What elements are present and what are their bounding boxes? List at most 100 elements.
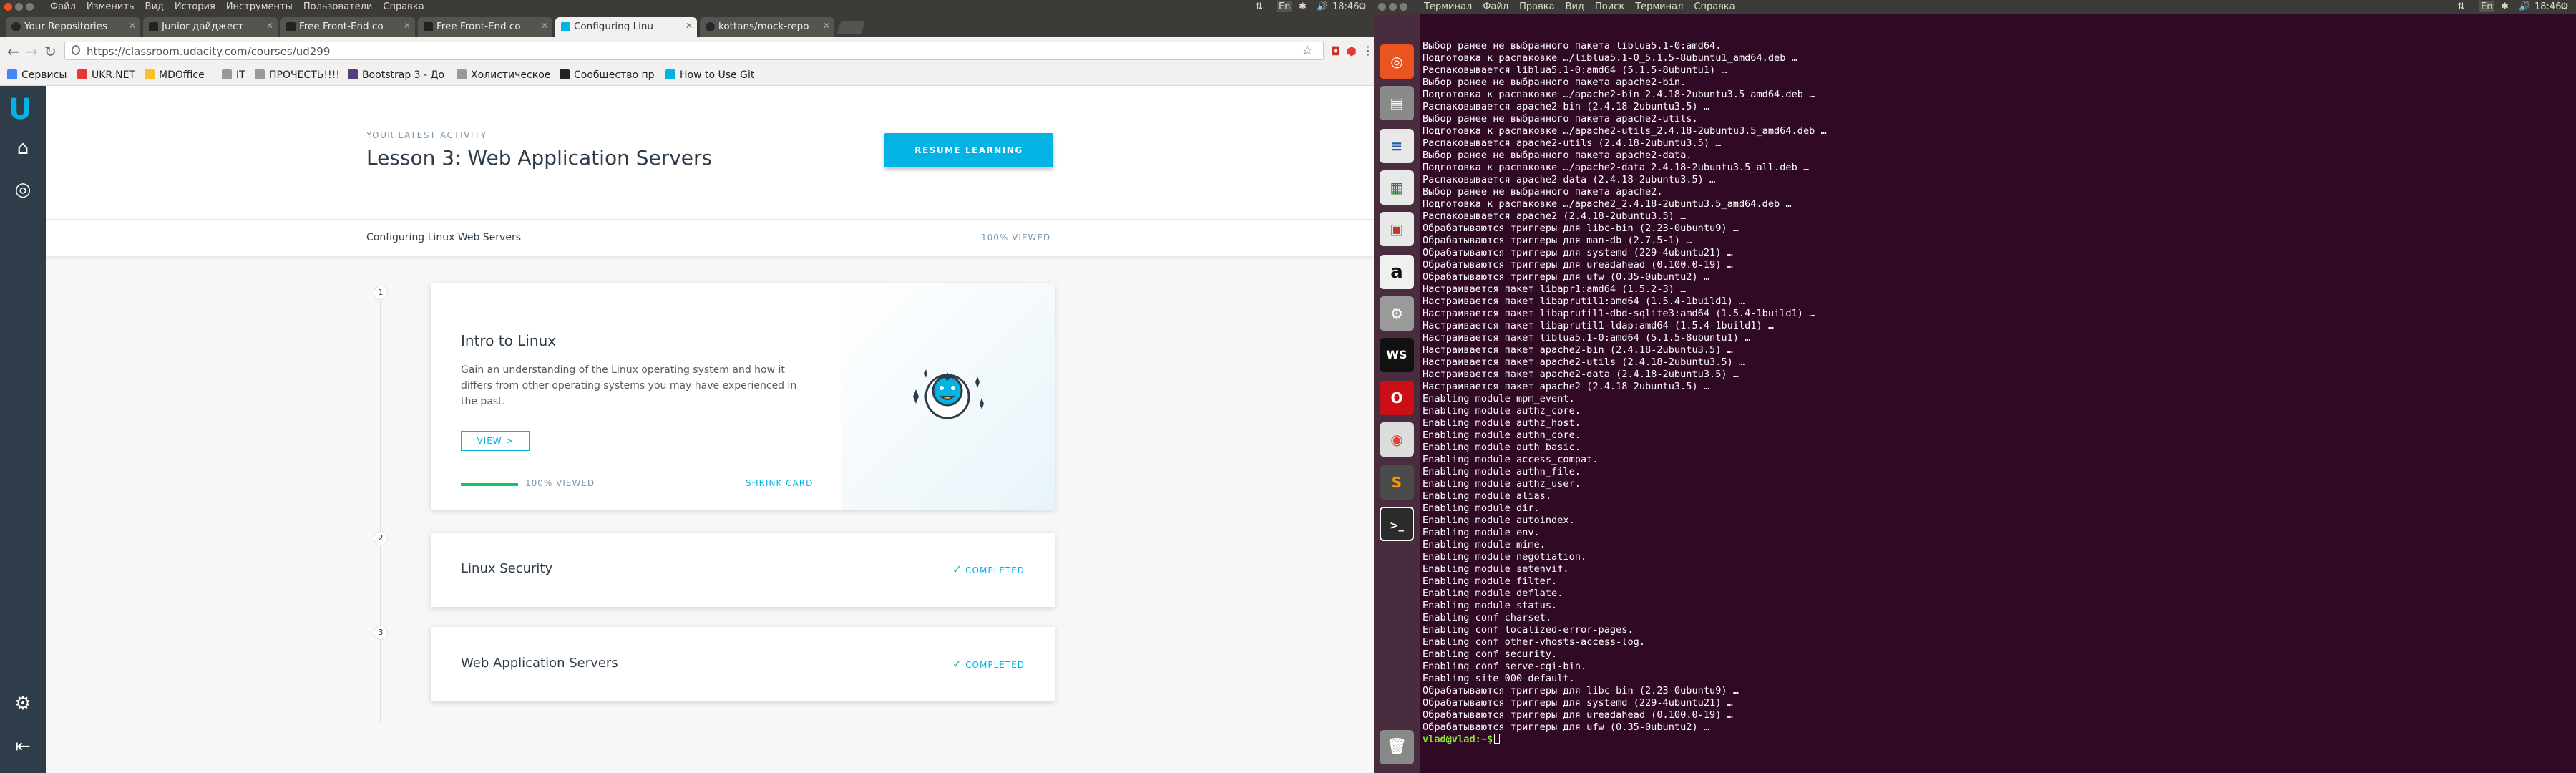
close-window-icon[interactable] [1378, 3, 1386, 11]
keyboard-layout[interactable]: En [2479, 1, 2495, 12]
clock[interactable]: 18:46 [1332, 1, 1359, 12]
logout-icon[interactable]: ⇤ [14, 737, 32, 756]
amazon-icon[interactable]: a [1380, 255, 1414, 289]
tab-repositories[interactable]: Your Repositories ✕ [6, 17, 140, 37]
extension-icon[interactable]: ◘ [1331, 44, 1340, 58]
tab-junior-digest[interactable]: Junior дайджест ✕ [143, 17, 278, 37]
menu-help[interactable]: Справка [1694, 1, 1735, 12]
bluetooth-icon[interactable]: ✱ [1299, 1, 1307, 12]
close-tab-icon[interactable]: ✕ [129, 21, 136, 31]
bookmark-how-to-git[interactable]: How to Use Git [665, 69, 754, 81]
address-bar[interactable]: https://classroom.udacity.com/courses/ud… [64, 42, 1324, 60]
maximize-window-icon[interactable] [26, 3, 34, 11]
system-gear-icon[interactable]: ⚙ [1358, 1, 1367, 12]
menu-tools[interactable]: Инструменты [226, 1, 293, 12]
bookmark-bootstrap[interactable]: Bootstrap 3 - До [348, 69, 444, 81]
bookmark-mdoffice[interactable]: MDOffice [145, 69, 205, 81]
terminal-line: Enabling module authn_file. [1423, 466, 1581, 477]
close-tab-icon[interactable]: ✕ [686, 21, 693, 31]
calc-icon[interactable]: ▦ [1380, 170, 1414, 205]
bookmark-folder-read[interactable]: ПРОЧЕСТЬ!!!! [255, 69, 340, 81]
trash-icon[interactable]: 🗑 [1380, 730, 1414, 764]
writer-icon[interactable]: ≡ [1380, 129, 1414, 163]
settings-gear-icon[interactable]: ⚙ [14, 694, 32, 713]
menu-file[interactable]: Файл [1483, 1, 1508, 12]
bookmark-star-icon[interactable]: ☆ [1302, 43, 1313, 58]
close-tab-icon[interactable]: ✕ [541, 21, 548, 31]
info-icon[interactable] [72, 45, 80, 55]
site-icon [560, 69, 570, 79]
explore-compass-icon[interactable]: ◎ [14, 180, 32, 199]
sublime-icon[interactable]: S [1380, 465, 1414, 500]
keyboard-layout[interactable]: En [1277, 1, 1293, 12]
adblock-icon[interactable]: ⬢ [1347, 44, 1357, 58]
tab-configuring-linux[interactable]: Configuring Linu ✕ [555, 17, 697, 37]
menu-view[interactable]: Вид [1566, 1, 1584, 12]
terminal-icon[interactable]: >_ [1380, 507, 1414, 541]
system-gear-icon[interactable]: ⚙ [2560, 1, 2569, 12]
terminal-output[interactable]: Выбор ранее не выбранного пакета liblua5… [1423, 40, 2567, 746]
tab-free-frontend-2[interactable]: Free Front-End co ✕ [418, 17, 552, 37]
tab-free-frontend-1[interactable]: Free Front-End co ✕ [280, 17, 415, 37]
udacity-tab-icon [561, 22, 570, 31]
menu-terminal[interactable]: Терминал [1635, 1, 1683, 12]
terminal-line: Распаковывается apache2-bin (2.4.18-2ubu… [1423, 101, 1710, 112]
url-text: https://classroom.udacity.com/courses/ud… [87, 45, 331, 58]
ubuntu-icon[interactable]: ◎ [1380, 44, 1414, 79]
minimize-window-icon[interactable] [1389, 3, 1397, 11]
menu-terminal-app[interactable]: Терминал [1424, 1, 1472, 12]
impress-icon[interactable]: ▣ [1380, 212, 1414, 246]
bookmark-folder-it[interactable]: IT [222, 69, 245, 81]
completed-badge: ✓ COMPLETED [952, 563, 1025, 576]
view-lesson-button[interactable]: VIEW > [461, 431, 530, 451]
settings-icon[interactable]: ⚙ [1380, 296, 1414, 331]
lesson-card[interactable]: Web Application Servers ✓ COMPLETED [431, 627, 1055, 701]
site-icon [286, 22, 296, 31]
dou-icon [149, 22, 158, 31]
bookmark-services[interactable]: Сервисы [7, 69, 67, 81]
terminal-line: Настраивается пакет liblua5.1-0:amd64 (5… [1423, 332, 1751, 344]
home-icon[interactable]: ⌂ [14, 139, 32, 157]
browser-menu-icon[interactable]: ⋮ [1362, 44, 1374, 57]
menu-file[interactable]: Файл [50, 1, 76, 12]
volume-icon[interactable]: 🔊 [2519, 1, 2530, 12]
terminal-line: Enabling module authz_core. [1423, 405, 1581, 417]
menu-view[interactable]: Вид [145, 1, 164, 12]
clock[interactable]: 18:46 [2534, 1, 2561, 12]
bookmark-holistic[interactable]: Холистическое [457, 69, 550, 81]
maximize-window-icon[interactable] [1400, 3, 1407, 11]
close-tab-icon[interactable]: ✕ [404, 21, 411, 31]
network-icon[interactable]: ⇅ [2457, 1, 2465, 12]
back-icon[interactable]: ← [7, 43, 19, 60]
reload-icon[interactable]: ↻ [44, 43, 57, 60]
terminal-line: Обрабатываются триггеры для ufw (0.35-0u… [1423, 721, 1710, 733]
new-tab-button[interactable] [836, 21, 865, 34]
menu-users[interactable]: Пользователи [303, 1, 373, 12]
lesson-timeline [380, 293, 381, 723]
chrome-icon[interactable]: ◉ [1380, 422, 1414, 457]
terminal-prompt-line[interactable]: vlad@vlad:~$ [1423, 734, 2567, 746]
udacity-logo-icon[interactable]: U [9, 93, 31, 126]
bookmark-ukrnet[interactable]: UKR.NET [77, 69, 135, 81]
opera-icon[interactable]: O [1380, 381, 1414, 415]
menu-history[interactable]: История [175, 1, 215, 12]
forward-icon[interactable]: → [26, 43, 38, 60]
menu-search[interactable]: Поиск [1595, 1, 1624, 12]
network-icon[interactable]: ⇅ [1255, 1, 1263, 12]
menu-edit[interactable]: Правка [1519, 1, 1554, 12]
lesson-card[interactable]: Linux Security ✓ COMPLETED [431, 533, 1055, 607]
close-tab-icon[interactable]: ✕ [266, 21, 273, 31]
close-window-icon[interactable] [4, 3, 12, 11]
menu-help[interactable]: Справка [383, 1, 424, 12]
bluetooth-icon[interactable]: ✱ [2501, 1, 2509, 12]
files-icon[interactable]: ▤ [1380, 86, 1414, 120]
tab-mock-repo[interactable]: kottans/mock-repo ✕ [700, 17, 834, 37]
bookmark-community[interactable]: Сообщество пр [560, 69, 655, 81]
shrink-card-button[interactable]: SHRINK CARD [746, 478, 813, 488]
close-tab-icon[interactable]: ✕ [823, 21, 830, 31]
minimize-window-icon[interactable] [15, 3, 23, 11]
resume-learning-button[interactable]: RESUME LEARNING [884, 133, 1053, 167]
menu-edit[interactable]: Изменить [87, 1, 135, 12]
volume-icon[interactable]: 🔊 [1317, 1, 1328, 12]
webstorm-icon[interactable]: WS [1380, 338, 1414, 372]
